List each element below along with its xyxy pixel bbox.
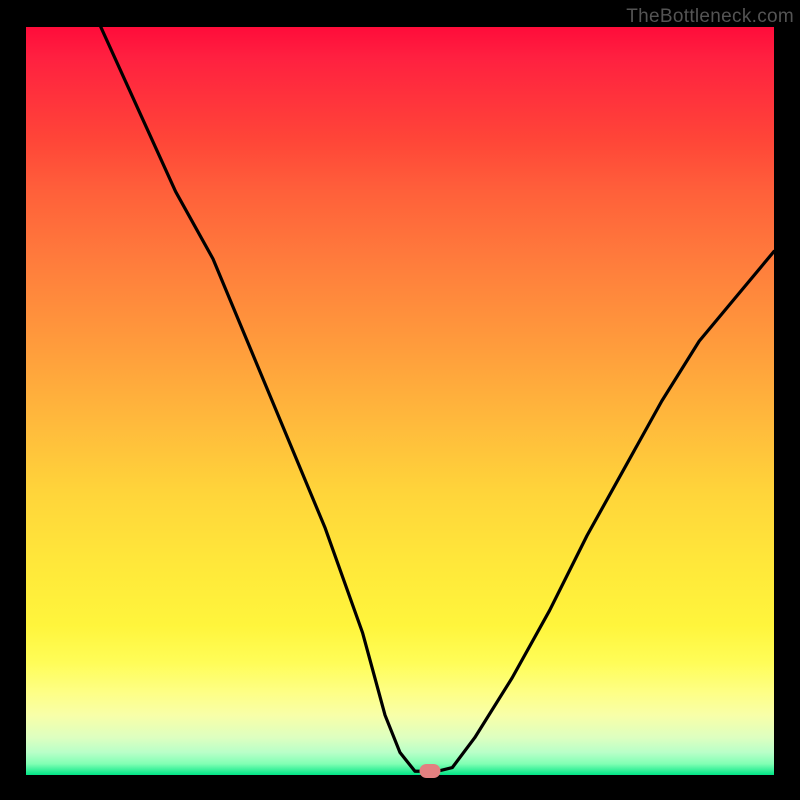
bottleneck-curve-path bbox=[101, 27, 774, 771]
chart-curve-svg bbox=[26, 27, 774, 775]
optimal-point-marker bbox=[419, 764, 440, 778]
chart-plot-area bbox=[26, 27, 774, 775]
watermark-text: TheBottleneck.com bbox=[626, 6, 794, 28]
